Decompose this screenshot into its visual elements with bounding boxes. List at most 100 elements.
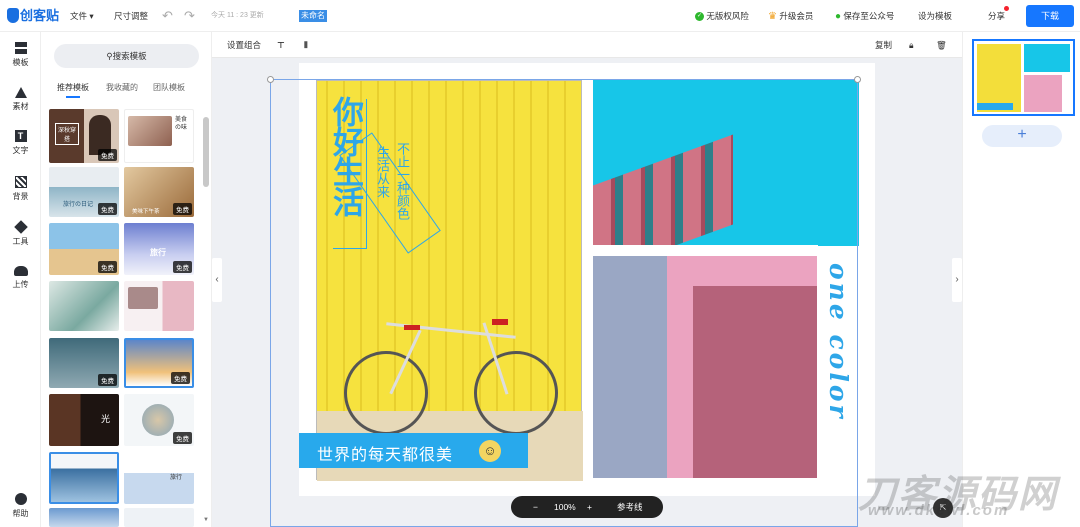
resize-menu[interactable]: 尺寸调整 xyxy=(114,0,148,32)
free-badge: 免费 xyxy=(173,432,192,444)
copy-button[interactable]: 复制 xyxy=(875,32,892,58)
template-thumb[interactable]: 旅行の日记 免费 xyxy=(49,167,119,217)
thumb-title: 光 xyxy=(101,414,111,424)
zoom-value: 100% xyxy=(554,502,576,512)
thumb-part xyxy=(977,103,1013,110)
thumb-title: 旅行 xyxy=(150,248,166,257)
rail-item-material[interactable]: 素材 xyxy=(0,87,41,112)
share-button[interactable]: 分享 xyxy=(988,0,1005,32)
template-thumb[interactable]: 免费 xyxy=(124,338,194,388)
thumb-title: 美味下午茶 xyxy=(132,209,160,215)
template-thumb[interactable]: 美味下午茶 免费 xyxy=(124,167,194,217)
watermark-url: www.dkewl.com xyxy=(868,502,1010,519)
tab-indicator xyxy=(66,96,80,98)
free-badge: 免费 xyxy=(173,261,192,273)
save-wechat-button[interactable]: ● 保存至公众号 xyxy=(835,0,894,32)
app-logo[interactable]: 创客贴 xyxy=(20,0,59,32)
thumb-photo xyxy=(142,404,174,436)
collapse-left-icon[interactable]: ‹ xyxy=(212,258,222,302)
rail-item-template[interactable]: 模板 xyxy=(0,42,41,68)
add-page-button[interactable]: + xyxy=(982,125,1062,147)
background-icon xyxy=(14,176,27,188)
pages-panel: + xyxy=(962,32,1080,527)
free-badge: 免费 xyxy=(98,203,117,215)
template-icon xyxy=(14,42,27,54)
thumb-title: 深秋穿搭 xyxy=(55,123,79,145)
panel-scrollbar[interactable] xyxy=(203,117,209,187)
left-rail: 模板 素材 T 文字 背景 工具 上传 帮助 xyxy=(0,32,41,527)
notification-dot xyxy=(1004,6,1009,11)
scroll-down-icon[interactable]: ▼ xyxy=(203,517,209,523)
undo-icon[interactable]: ↶ xyxy=(162,0,173,32)
free-badge: 免费 xyxy=(171,372,190,384)
thumb-photo xyxy=(128,116,172,146)
rail-item-background[interactable]: 背景 xyxy=(0,176,41,202)
free-badge: 免费 xyxy=(98,374,117,386)
help-icon xyxy=(14,493,27,505)
template-thumb[interactable]: 美食 の味 xyxy=(124,109,194,163)
zoom-in-button[interactable]: + xyxy=(587,496,592,518)
collapse-right-icon[interactable]: › xyxy=(952,258,962,302)
template-thumb[interactable] xyxy=(49,508,119,527)
template-thumb[interactable] xyxy=(49,281,119,331)
chevron-down-icon: ▾ xyxy=(89,11,94,21)
align-top-icon[interactable]: ⊤ xyxy=(277,32,285,58)
material-icon xyxy=(14,87,27,98)
top-bar: 创客贴 文件 ▾ 尺寸调整 ↶ ↷ 今天 11 : 23 更新 未命名 ✓ 无版… xyxy=(0,0,1080,32)
free-badge: 免费 xyxy=(173,203,192,215)
wechat-icon: ● xyxy=(835,11,842,22)
group-button[interactable]: 设置组合 xyxy=(227,32,261,58)
document-name[interactable]: 未命名 xyxy=(299,10,327,22)
template-thumb[interactable] xyxy=(49,452,119,504)
tab-team[interactable]: 团队模板 xyxy=(153,82,185,93)
rail-item-upload[interactable]: 上传 xyxy=(0,266,41,290)
no-risk-button[interactable]: ✓ 无版权风险 xyxy=(695,0,749,32)
page-thumbnail[interactable] xyxy=(972,39,1075,116)
template-thumb[interactable]: 深秋穿搭 免费 xyxy=(49,109,119,163)
thumb-title: 旅行 xyxy=(170,475,183,481)
resize-handle[interactable] xyxy=(267,76,274,83)
thumb-part xyxy=(1024,75,1062,112)
template-search[interactable]: ⚲搜索模板 xyxy=(54,44,199,68)
download-button[interactable]: 下载 xyxy=(1026,5,1074,27)
element-toolbar: 设置组合 ⊤ ⦀ 复制 🔒︎ 🗑︎ xyxy=(212,32,962,58)
logo-icon xyxy=(7,8,19,23)
thumb-title: 旅行の日记 xyxy=(63,202,94,208)
template-thumb[interactable] xyxy=(124,508,194,527)
text-icon: T xyxy=(14,130,27,142)
thumb-title: 美食 の味 xyxy=(175,117,188,131)
upgrade-button[interactable]: ♛ 升级会员 xyxy=(768,0,813,32)
template-thumb[interactable]: 免费 xyxy=(49,223,119,275)
template-thumb[interactable] xyxy=(124,281,194,331)
template-thumb[interactable]: 旅行 xyxy=(124,452,194,504)
rail-item-text[interactable]: T 文字 xyxy=(0,130,41,156)
distribute-icon[interactable]: ⦀ xyxy=(304,32,308,58)
thumb-photo xyxy=(128,287,158,309)
trash-icon[interactable]: 🗑︎ xyxy=(936,32,947,58)
tab-favorites[interactable]: 我收藏的 xyxy=(106,82,138,93)
resize-handle[interactable] xyxy=(854,76,861,83)
lock-icon[interactable]: 🔒︎ xyxy=(909,32,914,58)
template-thumb[interactable]: 光 xyxy=(49,394,119,446)
free-badge: 免费 xyxy=(98,149,117,161)
zoom-bar: − 100% + 参考线 xyxy=(511,496,663,518)
check-circle-icon: ✓ xyxy=(695,12,704,22)
zoom-out-button[interactable]: − xyxy=(533,496,538,518)
thumb-part xyxy=(1024,44,1070,72)
thumb-part xyxy=(977,44,1021,112)
template-thumb[interactable]: 免费 xyxy=(124,394,194,446)
free-badge: 免费 xyxy=(98,261,117,273)
crown-icon: ♛ xyxy=(768,11,777,22)
tools-icon xyxy=(13,220,28,234)
tab-recommended[interactable]: 推荐模板 xyxy=(57,82,89,93)
set-template-button[interactable]: 设为模板 xyxy=(918,0,952,32)
template-thumb[interactable]: 免费 xyxy=(49,338,119,388)
file-menu[interactable]: 文件 ▾ xyxy=(70,0,94,32)
guides-button[interactable]: 参考线 xyxy=(617,496,643,518)
rail-item-tools[interactable]: 工具 xyxy=(0,220,41,247)
selection-box[interactable] xyxy=(267,76,861,527)
rail-item-help[interactable]: 帮助 xyxy=(0,493,41,519)
redo-icon[interactable]: ↷ xyxy=(184,0,195,32)
template-thumb[interactable]: 旅行 免费 xyxy=(124,223,194,275)
upload-icon xyxy=(13,266,28,276)
